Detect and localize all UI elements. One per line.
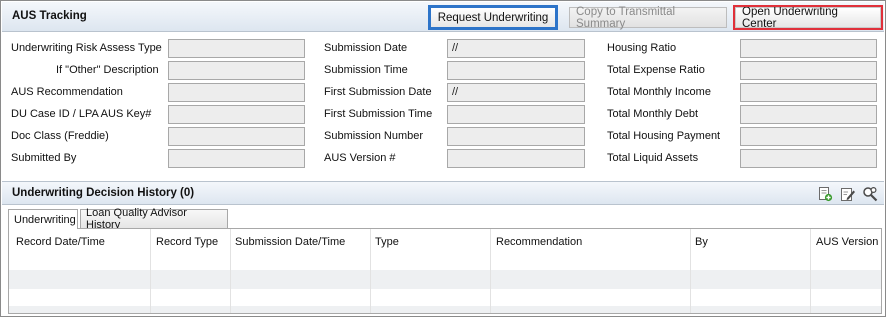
total-housing-payment-label: Total Housing Payment <box>607 130 721 142</box>
total-monthly-income-label: Total Monthly Income <box>607 86 711 98</box>
aus-tracking-panel: AUS Tracking Request Underwriting Copy t… <box>0 0 886 317</box>
column-divider <box>490 229 491 313</box>
du-case-id-field[interactable] <box>168 105 305 124</box>
aus-version-field[interactable] <box>447 149 585 168</box>
total-expense-ratio-label: Total Expense Ratio <box>607 64 705 76</box>
open-underwriting-center-button[interactable]: Open Underwriting Center <box>733 5 883 30</box>
aus-recommendation-label: AUS Recommendation <box>11 86 123 98</box>
column-header-type[interactable]: Type <box>375 236 399 248</box>
total-housing-payment-field[interactable] <box>740 127 877 146</box>
doc-class-field[interactable] <box>168 127 305 146</box>
table-row <box>9 251 881 270</box>
submission-date-field[interactable]: // <box>447 39 585 58</box>
copy-to-transmittal-summary-button[interactable]: Copy to Transmittal Summary <box>569 6 727 30</box>
submission-number-label: Submission Number <box>324 130 424 142</box>
add-record-icon[interactable] <box>817 186 833 202</box>
column-header-submission-date-time[interactable]: Submission Date/Time <box>235 236 345 248</box>
total-monthly-debt-label: Total Monthly Debt <box>607 108 699 120</box>
column-divider <box>150 229 151 313</box>
column-divider <box>370 229 371 313</box>
housing-ratio-field[interactable] <box>740 39 877 58</box>
edit-record-icon[interactable] <box>840 186 856 202</box>
submitted-by-label: Submitted By <box>11 152 77 164</box>
submitted-by-field[interactable] <box>168 149 305 168</box>
request-underwriting-button[interactable]: Request Underwriting <box>428 5 558 30</box>
first-submission-date-field[interactable]: // <box>447 83 585 102</box>
table-row <box>9 306 881 313</box>
total-expense-ratio-field[interactable] <box>740 61 877 80</box>
total-liquid-assets-label: Total Liquid Assets <box>607 152 699 164</box>
underwriting-risk-assess-type-label: Underwriting Risk Assess Type <box>11 42 162 54</box>
submission-date-label: Submission Date <box>324 42 408 54</box>
column-header-by[interactable]: By <box>695 236 708 248</box>
other-description-label: If "Other" Description <box>56 64 159 76</box>
aus-tracking-header: AUS Tracking Request Underwriting Copy t… <box>2 2 884 32</box>
submission-number-field[interactable] <box>447 127 585 146</box>
first-submission-time-field[interactable] <box>447 105 585 124</box>
aus-version-label: AUS Version # <box>324 152 396 164</box>
decision-history-grid: Record Date/Time Record Type Submission … <box>8 228 882 314</box>
first-submission-time-label: First Submission Time <box>324 108 433 120</box>
column-header-aus-version[interactable]: AUS Version <box>816 236 878 248</box>
du-case-id-label: DU Case ID / LPA AUS Key# <box>11 108 152 120</box>
tab-loan-quality-advisor-history[interactable]: Loan Quality Advisor History <box>80 207 228 231</box>
total-monthly-income-field[interactable] <box>740 83 877 102</box>
column-header-recommendation[interactable]: Recommendation <box>496 236 582 248</box>
submission-time-field[interactable] <box>447 61 585 80</box>
aus-recommendation-field[interactable] <box>168 83 305 102</box>
housing-ratio-label: Housing Ratio <box>607 42 677 54</box>
table-row <box>9 270 881 289</box>
column-divider <box>690 229 691 313</box>
decision-history-header: Underwriting Decision History (0) <box>2 181 884 205</box>
column-divider <box>810 229 811 313</box>
aus-tracking-title: AUS Tracking <box>12 10 87 22</box>
column-header-record-date-time[interactable]: Record Date/Time <box>16 236 105 248</box>
column-header-record-type[interactable]: Record Type <box>156 236 218 248</box>
tab-underwriting[interactable]: Underwriting <box>8 209 78 229</box>
other-description-field[interactable] <box>168 61 305 80</box>
total-monthly-debt-field[interactable] <box>740 105 877 124</box>
first-submission-date-label: First Submission Date <box>324 86 432 98</box>
underwriting-risk-assess-type-field[interactable] <box>168 39 305 58</box>
doc-class-label: Doc Class (Freddie) <box>11 130 109 142</box>
submission-time-label: Submission Time <box>324 64 408 76</box>
total-liquid-assets-field[interactable] <box>740 149 877 168</box>
column-divider <box>230 229 231 313</box>
search-record-icon[interactable] <box>862 186 878 202</box>
decision-history-title: Underwriting Decision History (0) <box>12 187 195 199</box>
